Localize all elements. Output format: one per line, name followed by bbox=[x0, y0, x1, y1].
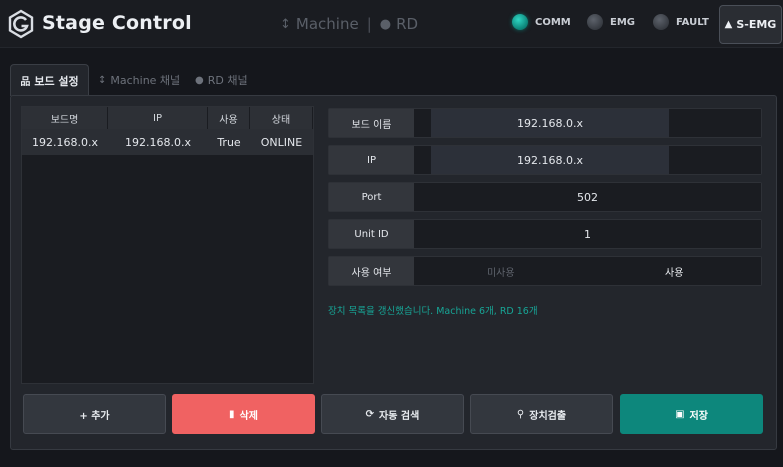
mode-machine: Machine bbox=[295, 15, 359, 33]
use-label: 사용 여부 bbox=[329, 257, 414, 285]
save-button-label: 저장 bbox=[689, 410, 708, 422]
port-row: Port 502 bbox=[328, 182, 762, 212]
column-board-name[interactable]: 보드명 bbox=[22, 107, 108, 129]
mode-rd: RD bbox=[396, 15, 419, 33]
tab-rd-channel-label: RD 채널 bbox=[207, 74, 248, 87]
board-table[interactable]: 보드명 IP 사용 상태 192.168.0.x 192.168.0.x Tru… bbox=[21, 106, 314, 384]
ip-row: IP 192.168.0.x bbox=[328, 145, 762, 175]
tab-machine-channel[interactable]: ↕ Machine 채널 bbox=[90, 64, 188, 96]
column-status[interactable]: 상태 bbox=[250, 107, 313, 129]
status-fault: FAULT bbox=[653, 14, 709, 30]
add-button[interactable]: + 추가 bbox=[23, 394, 166, 434]
mode-separator: | bbox=[366, 15, 372, 33]
field-spacer bbox=[669, 109, 761, 137]
table-header: 보드명 IP 사용 상태 bbox=[22, 107, 313, 129]
field-spacer bbox=[669, 146, 761, 174]
field-spacer bbox=[414, 109, 431, 137]
emg-lamp-icon bbox=[587, 14, 603, 30]
app-title: Stage Control bbox=[42, 12, 192, 34]
use-on-option[interactable]: 사용 bbox=[587, 257, 761, 285]
board-settings-panel: 보드명 IP 사용 상태 192.168.0.x 192.168.0.x Tru… bbox=[10, 95, 777, 450]
delete-button[interactable]: ▮ 삭제 bbox=[172, 394, 315, 434]
cell-use: True bbox=[217, 135, 241, 149]
status-message: 장치 목록을 갱신했습니다. Machine 6개, RD 16개 bbox=[328, 306, 538, 317]
status-emg-label: EMG bbox=[610, 16, 635, 28]
delete-button-label: 삭제 bbox=[239, 410, 258, 422]
column-ip[interactable]: IP bbox=[108, 107, 208, 129]
tab-board-settings-label: 보드 설정 bbox=[34, 74, 79, 88]
unit-id-field[interactable]: 1 bbox=[414, 220, 761, 248]
s-emg-label: S-EMG bbox=[736, 18, 777, 31]
ip-label: IP bbox=[329, 146, 414, 174]
network-icon: 品 bbox=[20, 77, 31, 88]
status-comm-label: COMM bbox=[535, 16, 571, 28]
device-check-button[interactable]: ⚲ 장치검출 bbox=[470, 394, 613, 434]
cell-status: ONLINE bbox=[260, 135, 303, 149]
save-button[interactable]: ▣ 저장 bbox=[620, 394, 763, 434]
app-logo-icon bbox=[8, 9, 34, 39]
tab-board-settings[interactable]: 品 보드 설정 bbox=[10, 64, 89, 96]
board-name-field[interactable]: 192.168.0.x bbox=[431, 109, 669, 137]
mode-indicator: ↕ Machine | ● RD bbox=[280, 15, 418, 33]
sync-icon: ⟳ bbox=[365, 408, 375, 420]
tab-machine-channel-label: Machine 채널 bbox=[110, 74, 181, 87]
column-use[interactable]: 사용 bbox=[208, 107, 250, 129]
table-row[interactable]: 192.168.0.x 192.168.0.x True ONLINE bbox=[22, 129, 313, 155]
s-emg-button[interactable]: ▲ S-EMG bbox=[719, 5, 782, 44]
fault-lamp-icon bbox=[653, 14, 669, 30]
floppy-icon: ▣ bbox=[675, 408, 685, 420]
auto-search-button-label: 자동 검색 bbox=[379, 410, 420, 422]
app-header: Stage Control ↕ Machine | ● RD COMM EMG … bbox=[0, 0, 783, 48]
vertical-arrows-icon: ↕ bbox=[98, 74, 107, 86]
ip-field[interactable]: 192.168.0.x bbox=[431, 146, 669, 174]
status-emg: EMG bbox=[587, 14, 635, 30]
tab-rd-channel[interactable]: ● RD 채널 bbox=[187, 64, 256, 96]
port-field[interactable]: 502 bbox=[414, 183, 761, 211]
port-label: Port bbox=[329, 183, 414, 211]
add-button-label: + 추가 bbox=[79, 410, 110, 422]
use-off-option[interactable]: 미사용 bbox=[414, 257, 588, 285]
use-row: 사용 여부 미사용 사용 bbox=[328, 256, 762, 286]
search-icon: ⚲ bbox=[516, 408, 525, 420]
vertical-arrows-icon: ↕ bbox=[280, 16, 291, 32]
cell-ip: 192.168.0.x bbox=[125, 135, 191, 149]
device-check-button-label: 장치검출 bbox=[529, 410, 567, 422]
trash-icon: ▮ bbox=[229, 408, 235, 420]
unit-id-label: Unit ID bbox=[329, 220, 414, 248]
bulb-icon: ● bbox=[195, 74, 204, 86]
field-spacer bbox=[414, 146, 431, 174]
auto-search-button[interactable]: ⟳ 자동 검색 bbox=[321, 394, 464, 434]
cell-board-name: 192.168.0.x bbox=[32, 135, 98, 149]
status-comm: COMM bbox=[512, 14, 571, 30]
bulb-icon: ● bbox=[379, 16, 392, 32]
warning-icon: ▲ bbox=[724, 19, 733, 30]
status-fault-label: FAULT bbox=[676, 16, 709, 28]
board-name-label: 보드 이름 bbox=[329, 109, 414, 137]
comm-lamp-icon bbox=[512, 14, 528, 30]
board-name-row: 보드 이름 192.168.0.x bbox=[328, 108, 762, 138]
unit-id-row: Unit ID 1 bbox=[328, 219, 762, 249]
